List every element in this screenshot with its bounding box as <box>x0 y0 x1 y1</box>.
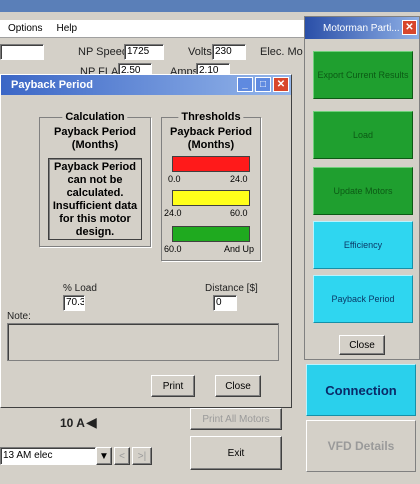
calculation-message: Payback Period can not be calculated. In… <box>48 158 142 240</box>
distance-label: Distance [$] <box>205 283 258 294</box>
load-button[interactable]: Load <box>313 111 413 159</box>
amps-indicator: 10 A <box>60 416 85 430</box>
thresholds-group: Thresholds Payback Period (Months) 0.0 2… <box>161 111 261 261</box>
np-speed-label: NP Speed <box>78 46 128 58</box>
motorman-panel-titlebar: Motorman Parti... ✕ <box>305 17 419 39</box>
close-icon[interactable]: ✕ <box>273 77 289 92</box>
threshold-red-max: 24.0 <box>230 174 248 184</box>
volts-label: Volts <box>188 46 212 58</box>
note-label: Note: <box>7 311 31 322</box>
minimize-icon[interactable]: _ <box>237 77 253 92</box>
left-arrow-icon[interactable]: ◀ <box>86 414 97 431</box>
print-all-motors-button[interactable]: Print All Motors <box>190 408 282 430</box>
last-icon[interactable]: >| <box>132 447 152 465</box>
load-label: % Load <box>63 283 97 294</box>
dialog-title: Payback Period <box>11 79 93 91</box>
motorman-panel-title: Motorman Parti... <box>323 22 400 34</box>
payback-period-button[interactable]: Payback Period <box>313 275 413 323</box>
threshold-bar-red <box>172 156 250 172</box>
motor-dropdown-value: 13 AM elec <box>3 450 53 461</box>
load-field[interactable]: 70.3 <box>63 295 85 311</box>
threshold-yellow-min: 24.0 <box>164 208 182 218</box>
vfd-details-button[interactable]: VFD Details <box>306 420 416 472</box>
threshold-green-min: 60.0 <box>164 244 182 254</box>
volts-field[interactable]: 230 <box>212 44 246 60</box>
left-edge-field[interactable] <box>0 44 44 60</box>
elec-label: Elec. Mo <box>260 46 303 58</box>
update-motors-button[interactable]: Update Motors <box>313 167 413 215</box>
threshold-yellow-max: 60.0 <box>230 208 248 218</box>
dialog-titlebar: Payback Period _ □ ✕ <box>1 75 291 95</box>
note-textarea[interactable] <box>7 323 279 361</box>
menu-item-options[interactable]: Options <box>8 23 42 34</box>
print-button[interactable]: Print <box>151 375 195 397</box>
threshold-bar-green <box>172 226 250 242</box>
threshold-bar-yellow <box>172 190 250 206</box>
threshold-green-max: And Up <box>224 244 255 254</box>
close-icon[interactable]: ✕ <box>402 20 417 35</box>
menu-bar: Options Help <box>0 20 306 38</box>
motorman-panel: Motorman Parti... ✕ Export Current Resul… <box>304 16 420 360</box>
motor-dropdown[interactable]: 13 AM elec <box>0 447 96 465</box>
payback-period-dialog: Payback Period _ □ ✕ Calculation Payback… <box>0 74 292 408</box>
calculation-subtitle: Payback Period (Months) <box>54 126 136 151</box>
calculation-group: Calculation Payback Period (Months) Payb… <box>39 111 151 247</box>
panel-close-button[interactable]: Close <box>339 335 385 355</box>
exit-button[interactable]: Exit <box>190 436 282 470</box>
threshold-red-min: 0.0 <box>168 174 181 184</box>
thresholds-subtitle: Payback Period (Months) <box>170 126 252 151</box>
np-speed-field[interactable]: 1725 <box>124 44 164 60</box>
chevron-down-icon[interactable]: ▼ <box>96 447 112 465</box>
menu-item-help[interactable]: Help <box>56 23 77 34</box>
thresholds-group-title: Thresholds <box>178 111 244 123</box>
efficiency-button[interactable]: Efficiency <box>313 221 413 269</box>
dialog-close-button[interactable]: Close <box>215 375 261 397</box>
maximize-icon[interactable]: □ <box>255 77 271 92</box>
desktop-top-strip <box>0 0 420 12</box>
export-results-button[interactable]: Export Current Results <box>313 51 413 99</box>
prev-icon[interactable]: < <box>114 447 130 465</box>
calculation-group-title: Calculation <box>62 111 128 123</box>
distance-field[interactable]: 0 <box>213 295 237 311</box>
connection-button[interactable]: Connection <box>306 364 416 416</box>
